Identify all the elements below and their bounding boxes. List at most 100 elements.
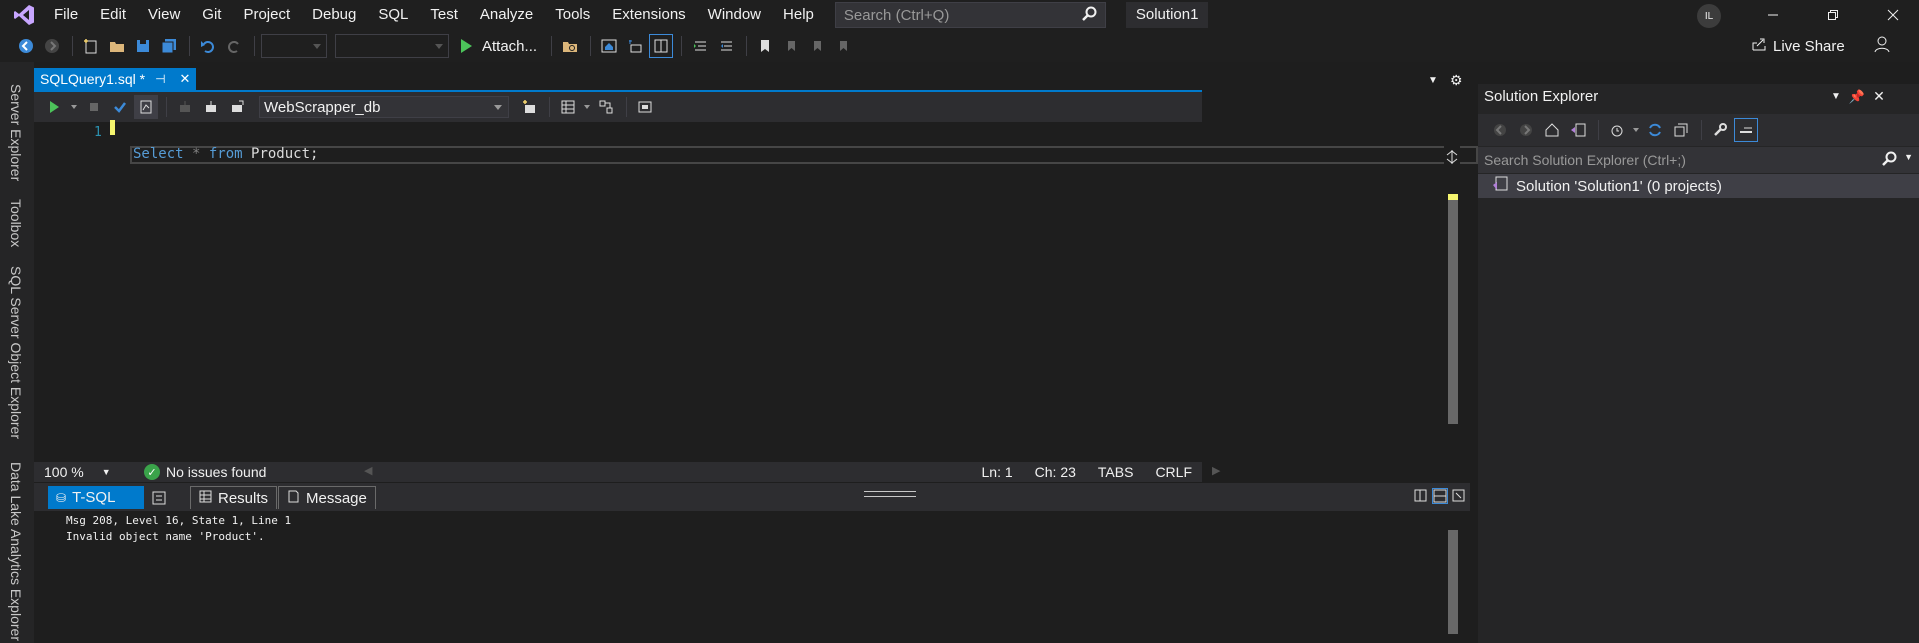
scroll-left-icon[interactable]: ◀ — [364, 464, 372, 477]
tab-tsql[interactable]: ⛁ T-SQL — [48, 486, 144, 509]
feedback-icon[interactable] — [1873, 35, 1891, 57]
global-search-input[interactable]: Search (Ctrl+Q) — [834, 2, 1106, 28]
menu-analyze[interactable]: Analyze — [469, 0, 544, 30]
properties-wrench-icon[interactable] — [1708, 118, 1732, 142]
line-ending-indicator[interactable]: CRLF — [1155, 464, 1192, 480]
browse-folder-icon[interactable] — [558, 34, 582, 58]
se-home-icon[interactable] — [1540, 118, 1564, 142]
comment-icon[interactable] — [623, 34, 647, 58]
menu-extensions[interactable]: Extensions — [601, 0, 696, 30]
sql-server-object-explorer-tab[interactable]: SQL Server Object Explorer — [8, 266, 24, 439]
split-icon[interactable] — [1445, 150, 1459, 164]
se-search-icon[interactable] — [1881, 151, 1897, 170]
issues-indicator[interactable]: ✓ No issues found — [144, 464, 266, 480]
editor-scroll-thumb[interactable] — [1448, 196, 1458, 424]
tab-sqlquery1[interactable]: SQLQuery1.sql * ⊣ ✕ — [34, 68, 197, 90]
line-indicator[interactable]: Ln: 1 — [982, 464, 1013, 480]
execute-icon[interactable] — [42, 95, 66, 119]
menu-file[interactable]: File — [48, 0, 89, 30]
tabs-indicator[interactable]: TABS — [1098, 464, 1134, 480]
prev-bookmark-icon[interactable] — [779, 34, 803, 58]
menu-debug[interactable]: Debug — [301, 0, 367, 30]
data-lake-analytics-explorer-tab[interactable]: Data Lake Analytics Explorer — [8, 462, 24, 641]
attach-button[interactable]: Attach... — [461, 38, 537, 55]
forward-icon[interactable] — [40, 34, 64, 58]
server-explorer-tab[interactable]: Server Explorer — [8, 84, 24, 181]
tab-list-dropdown-icon[interactable]: ▼ — [1428, 75, 1438, 86]
close-panel-icon[interactable]: ✕ — [1873, 88, 1885, 105]
pending-changes-filter-icon[interactable] — [1605, 118, 1629, 142]
zoom-dropdown[interactable]: 100 % ▼ — [44, 464, 114, 480]
query-options-icon[interactable] — [633, 95, 657, 119]
layout-icon[interactable] — [649, 34, 674, 58]
preview-selected-icon[interactable] — [1734, 118, 1758, 142]
menu-view[interactable]: View — [137, 0, 191, 30]
filter-dropdown-icon[interactable] — [1631, 118, 1641, 142]
window-position-dropdown-icon[interactable]: ▼ — [1831, 91, 1841, 102]
change-connection-icon[interactable] — [225, 95, 249, 119]
parse-check-icon[interactable] — [108, 95, 132, 119]
settings-gear-icon[interactable]: ⚙ — [1450, 72, 1463, 89]
indent-icon[interactable] — [688, 34, 712, 58]
tab-message[interactable]: Message — [278, 486, 376, 509]
menu-edit[interactable]: Edit — [89, 0, 137, 30]
live-share-button[interactable]: Live Share — [1751, 35, 1891, 57]
results-grid-icon[interactable] — [556, 95, 580, 119]
menu-test[interactable]: Test — [419, 0, 469, 30]
save-icon[interactable] — [131, 34, 155, 58]
bookmark-icon[interactable] — [753, 34, 777, 58]
collapse-all-icon[interactable] — [1669, 118, 1693, 142]
char-indicator[interactable]: Ch: 23 — [1035, 464, 1076, 480]
home-icon[interactable] — [597, 34, 621, 58]
redo-icon[interactable] — [222, 34, 246, 58]
restore-button[interactable] — [1810, 0, 1856, 30]
execution-plan-icon[interactable] — [134, 95, 158, 119]
outdent-icon[interactable] — [714, 34, 738, 58]
menu-sql[interactable]: SQL — [367, 0, 419, 30]
minimize-button[interactable] — [1750, 0, 1796, 30]
menu-git[interactable]: Git — [191, 0, 232, 30]
toggle-results-icon[interactable] — [144, 486, 174, 509]
menu-window[interactable]: Window — [697, 0, 772, 30]
code-line-1[interactable]: Select * from Product; — [133, 146, 318, 162]
schema-compare-icon[interactable] — [594, 95, 618, 119]
save-all-icon[interactable] — [157, 34, 181, 58]
solution-configuration-dropdown[interactable] — [261, 34, 327, 58]
se-search-dropdown-icon[interactable]: ▼ — [1904, 152, 1913, 162]
toolbox-tab[interactable]: Toolbox — [8, 199, 24, 247]
new-item-icon[interactable] — [79, 34, 103, 58]
se-back-icon[interactable] — [1488, 118, 1512, 142]
se-forward-icon[interactable] — [1514, 118, 1538, 142]
execute-dropdown-icon[interactable] — [68, 95, 80, 119]
messages-scroll-thumb[interactable] — [1448, 530, 1458, 634]
results-dropdown-icon[interactable] — [582, 95, 592, 119]
pin-icon[interactable]: 📌 — [1849, 89, 1865, 105]
solution-platform-dropdown[interactable] — [335, 34, 449, 58]
disconnect-icon[interactable] — [199, 95, 223, 119]
refresh-icon[interactable] — [1643, 118, 1667, 142]
database-dropdown[interactable]: WebScrapper_db — [259, 96, 509, 118]
sql-editor[interactable]: 1 — [34, 122, 1202, 462]
close-window-button[interactable] — [1870, 0, 1916, 30]
menu-help[interactable]: Help — [772, 0, 825, 30]
back-icon[interactable] — [14, 34, 38, 58]
open-folder-icon[interactable] — [105, 34, 129, 58]
layout-single-icon[interactable] — [1414, 489, 1427, 505]
pane-splitter-handle[interactable] — [864, 491, 916, 497]
stop-icon[interactable] — [82, 95, 106, 119]
scroll-right-icon[interactable]: ▶ — [1212, 464, 1220, 477]
tab-results[interactable]: Results — [190, 486, 278, 509]
next-bookmark-icon[interactable] — [805, 34, 829, 58]
switch-views-icon[interactable] — [1566, 118, 1590, 142]
undo-icon[interactable] — [196, 34, 220, 58]
menu-tools[interactable]: Tools — [544, 0, 601, 30]
menu-project[interactable]: Project — [232, 0, 301, 30]
user-avatar[interactable]: IL — [1697, 4, 1721, 28]
tree-item-solution[interactable]: Solution 'Solution1' (0 projects) — [1478, 174, 1919, 198]
layout-split-icon[interactable] — [1432, 488, 1448, 504]
pin-icon[interactable]: ⊣ — [155, 72, 165, 86]
clear-bookmarks-icon[interactable] — [831, 34, 855, 58]
close-tab-icon[interactable]: ✕ — [180, 71, 191, 87]
add-object-icon[interactable] — [517, 95, 541, 119]
solution-explorer-search-input[interactable]: Search Solution Explorer (Ctrl+;) ▼ — [1478, 147, 1919, 173]
